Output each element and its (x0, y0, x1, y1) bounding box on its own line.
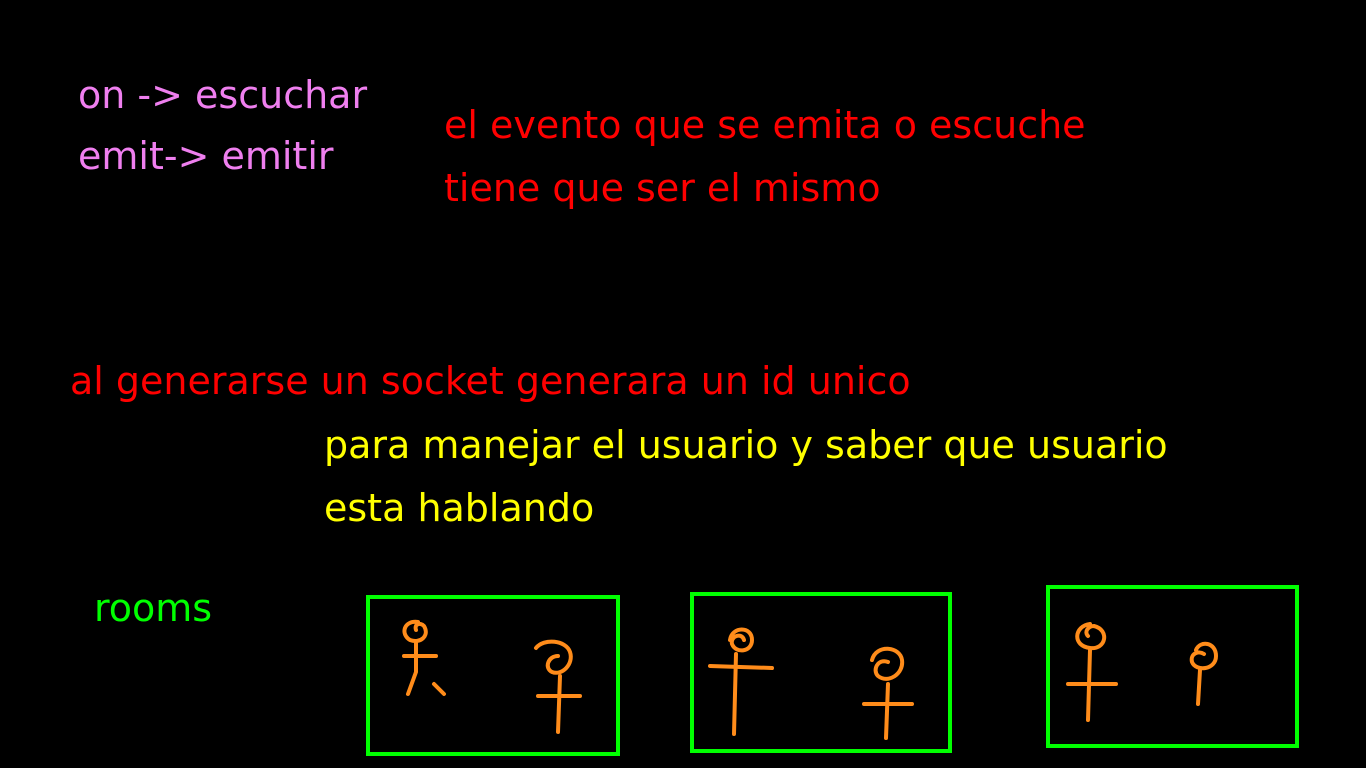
manejar-usuario-line-1: para manejar el usuario y saber que usua… (324, 423, 1168, 467)
rooms-label: rooms (94, 586, 213, 630)
on-escuchar-text: on -> escuchar (78, 73, 368, 117)
whiteboard-canvas: on -> escuchar emit-> emitir el evento q… (0, 0, 1366, 768)
room-box (366, 595, 620, 756)
socket-id-note: al generarse un socket generara un id un… (70, 359, 911, 403)
emit-emitir-text: emit-> emitir (78, 134, 334, 178)
room-box (690, 592, 952, 753)
manejar-usuario-line-2: esta hablando (324, 486, 595, 530)
evento-note-line-1: el evento que se emita o escuche (444, 103, 1086, 147)
evento-note-line-2: tiene que ser el mismo (444, 166, 881, 210)
room-box (1046, 585, 1299, 748)
